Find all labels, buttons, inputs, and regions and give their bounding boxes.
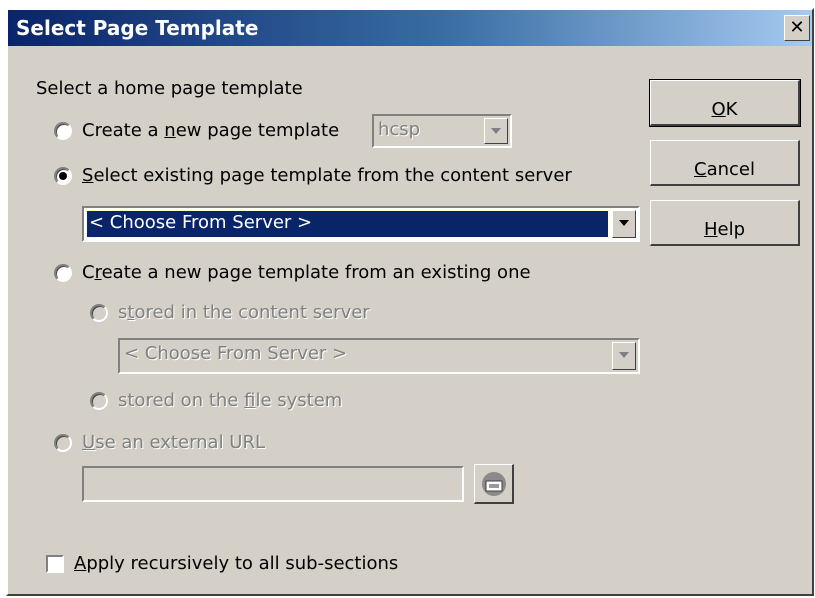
radio-new-template[interactable] [54, 122, 72, 140]
template-type-dropdown-button[interactable] [484, 118, 508, 144]
browse-folder-icon [482, 472, 506, 496]
radio-selected-dot [59, 172, 67, 180]
close-icon: ✕ [789, 17, 805, 38]
close-button[interactable]: ✕ [784, 15, 810, 41]
existing-server-dropdown-button[interactable] [612, 210, 636, 238]
chevron-down-icon [491, 128, 501, 134]
help-label: Help [703, 219, 746, 240]
label-new-template[interactable]: Create a new page template [82, 120, 339, 141]
label-stored-content-server[interactable]: stored in the content server [118, 302, 370, 323]
template-type-select[interactable]: hcsp [372, 114, 512, 148]
browse-url-button[interactable] [474, 464, 514, 504]
radio-stored-file-system[interactable] [90, 392, 108, 410]
dialog-title: Select Page Template [16, 16, 259, 40]
radio-from-existing[interactable] [54, 264, 72, 282]
radio-stored-content-server[interactable] [90, 304, 108, 322]
label-stored-file-system[interactable]: stored on the file system [118, 390, 342, 411]
label-existing-server[interactable]: Select existing page template from the c… [82, 165, 572, 186]
existing-server-select[interactable]: < Choose From Server > [82, 206, 640, 242]
stored-content-server-select[interactable]: < Choose From Server > [118, 338, 640, 374]
ok-button[interactable]: OK [649, 79, 801, 127]
help-button[interactable]: Help [650, 200, 800, 246]
label-from-existing[interactable]: Create a new page template from an exist… [82, 262, 531, 283]
radio-existing-server[interactable] [54, 167, 72, 185]
apply-recursive-checkbox[interactable] [46, 555, 64, 573]
stored-content-server-dropdown-button[interactable] [612, 342, 636, 370]
cancel-button[interactable]: Cancel [650, 140, 800, 186]
ok-label: OK [711, 99, 738, 120]
label-apply-recursive[interactable]: Apply recursively to all sub-sections [74, 553, 398, 574]
chevron-down-icon [619, 352, 629, 358]
existing-server-selected-value: < Choose From Server > [86, 210, 609, 238]
chevron-down-icon [619, 220, 629, 226]
cancel-label: Cancel [694, 159, 755, 180]
label-external-url[interactable]: Use an external URL [82, 432, 265, 453]
prompt-label: Select a home page template [36, 78, 303, 99]
dialog-window: Select Page Template ✕ Select a home pag… [6, 8, 814, 596]
external-url-input[interactable] [82, 466, 464, 502]
radio-external-url[interactable] [54, 434, 72, 452]
title-bar: Select Page Template ✕ [8, 10, 812, 46]
